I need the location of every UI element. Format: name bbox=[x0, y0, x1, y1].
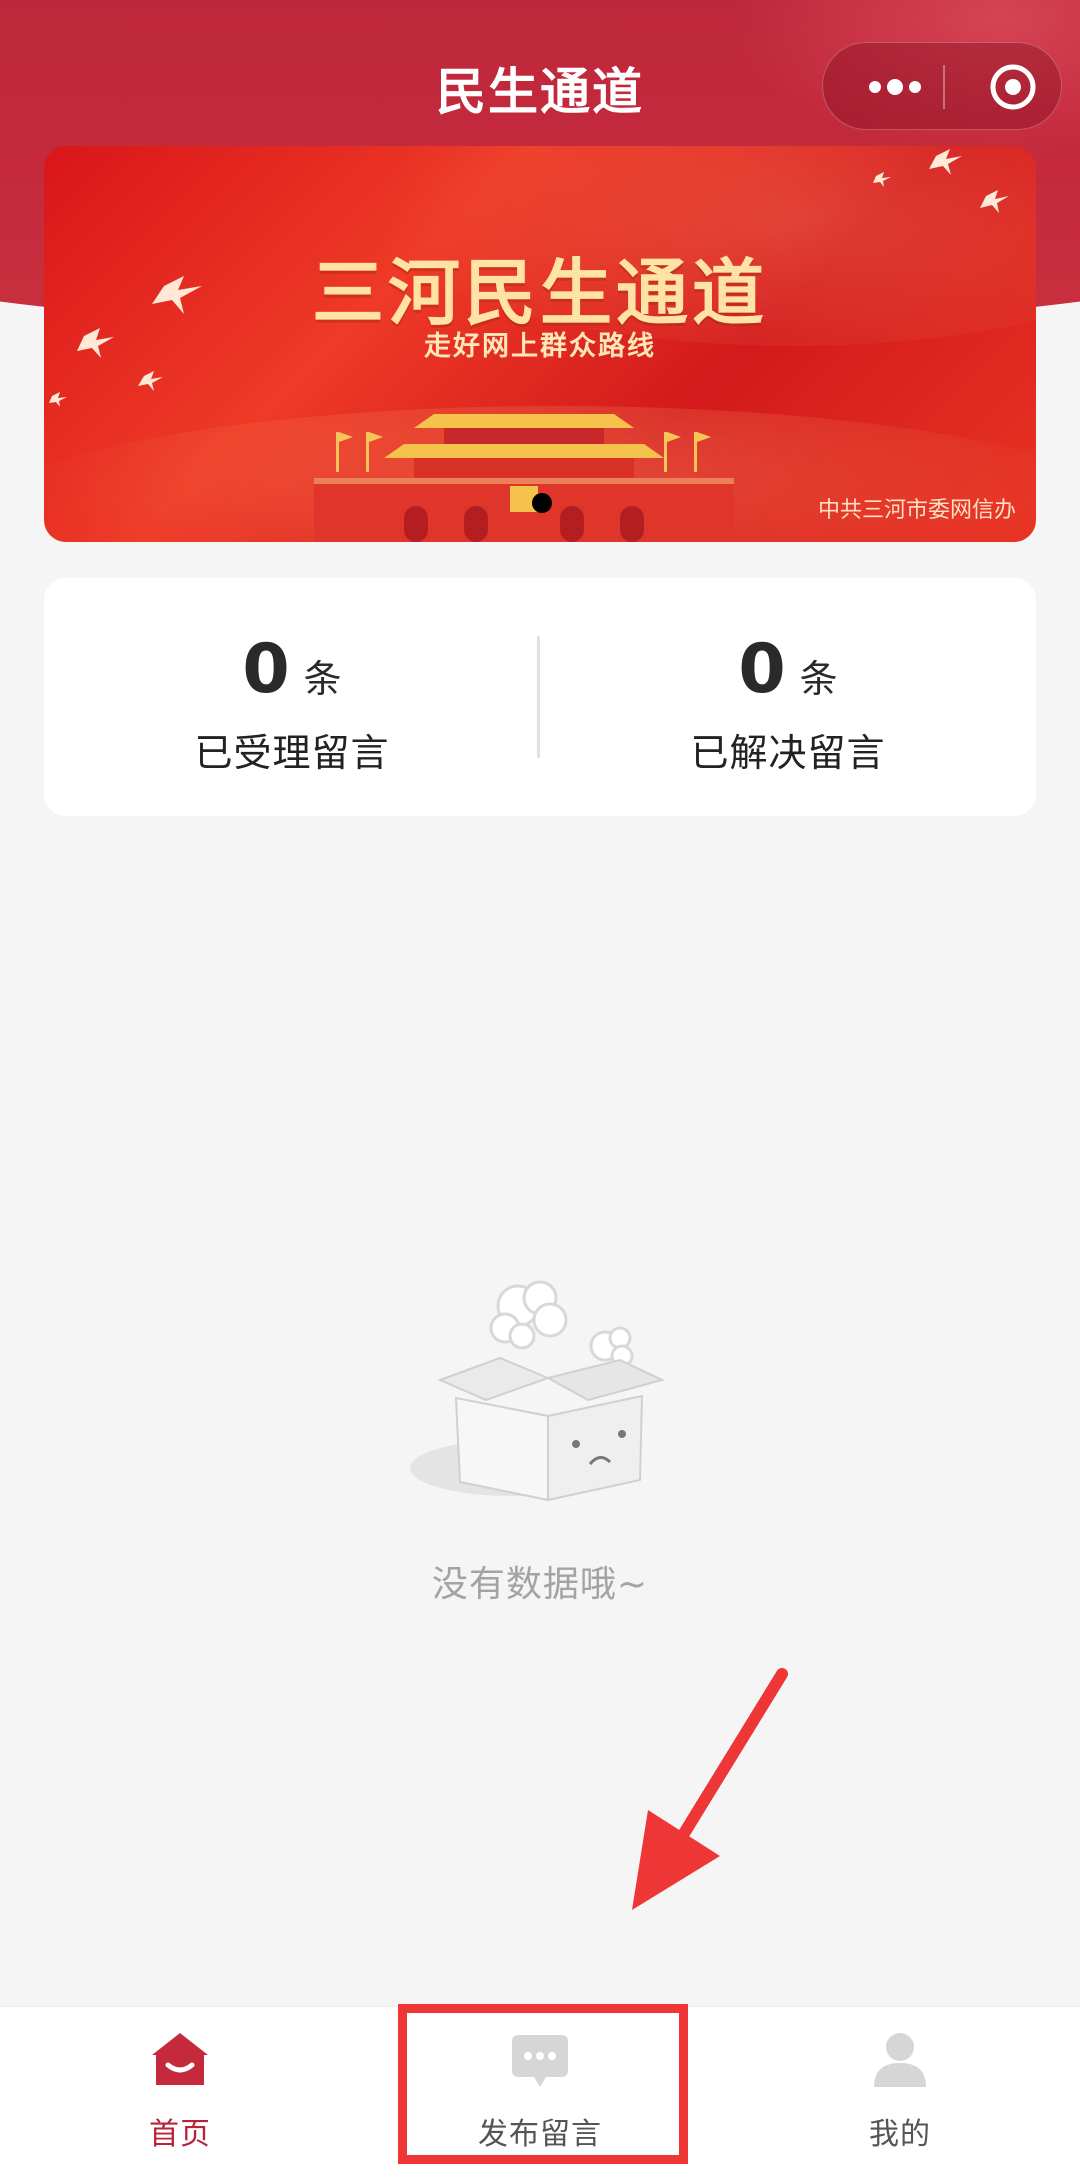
tiananmen-icon bbox=[314, 414, 734, 542]
tab-label: 首页 bbox=[149, 2117, 211, 2152]
home-icon bbox=[152, 2033, 208, 2085]
stats-card: 0条 已受理留言 0条 已解决留言 bbox=[44, 578, 1036, 816]
target-circle-icon bbox=[990, 64, 1036, 110]
page: 民生通道 三河民生通道 走好网上群众路线 中共三河市委网信办 0 条 已受理留言… bbox=[0, 0, 1080, 2184]
more-button[interactable] bbox=[855, 43, 935, 131]
stat-label: 已受理留言 bbox=[194, 731, 390, 775]
stat-count: 0 bbox=[738, 630, 786, 709]
miniprogram-capsule bbox=[822, 42, 1062, 130]
user-icon bbox=[874, 2033, 926, 2087]
banner-carousel[interactable]: 三河民生通道 走好网上群众路线 中共三河市委网信办 bbox=[44, 146, 1036, 542]
tab-home[interactable]: 首页 bbox=[0, 2007, 360, 2184]
banner-organization: 中共三河市委网信办 bbox=[817, 498, 1016, 523]
stat-count-row: 0条 bbox=[540, 630, 1036, 709]
capsule-divider bbox=[943, 65, 945, 109]
tab-mine[interactable]: 我的 bbox=[720, 2007, 1080, 2184]
tab-label: 我的 bbox=[869, 2117, 931, 2152]
stat-label: 已解决留言 bbox=[690, 731, 886, 775]
stat-unit: 条 bbox=[799, 657, 838, 701]
carousel-indicator-dot[interactable] bbox=[532, 493, 552, 513]
banner-subtitle: 走好网上群众路线 bbox=[424, 331, 656, 362]
stat-accepted[interactable]: 0条 已受理留言 bbox=[44, 578, 540, 816]
annotation-arrow-icon bbox=[632, 1668, 788, 1910]
more-dots-icon bbox=[869, 79, 921, 95]
annotation-highlight-box bbox=[398, 2004, 688, 2164]
empty-state-text: 没有数据哦~ bbox=[431, 1564, 649, 1605]
stat-resolved[interactable]: 0条 已解决留言 bbox=[540, 578, 1036, 816]
close-button[interactable] bbox=[973, 43, 1053, 131]
stat-unit: 条 bbox=[303, 657, 342, 701]
dove-birds-right-icon bbox=[873, 149, 1009, 213]
stat-count-row: 0条 bbox=[44, 630, 540, 709]
stat-count: 0 bbox=[242, 630, 290, 709]
empty-box-icon bbox=[410, 1280, 665, 1502]
